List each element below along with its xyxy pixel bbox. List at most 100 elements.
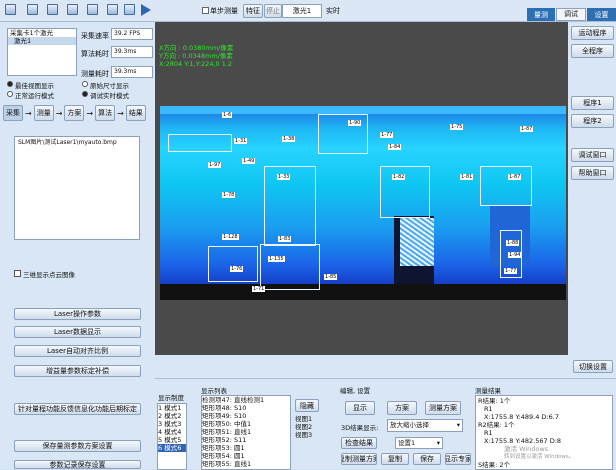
measure-label[interactable]: 1-135 — [268, 256, 285, 262]
camera-list-item[interactable]: 采集卡1个激光 — [8, 29, 76, 37]
switch-settings-button[interactable]: 切换设置 — [573, 360, 613, 373]
image-viewer[interactable]: X方向 : 0.0380mm/像素 Y方向 : 0.0348mm/像素 X:28… — [155, 22, 568, 355]
measure-label[interactable]: 1-31 — [234, 138, 248, 144]
mode-button[interactable]: 特征 — [243, 4, 263, 18]
export-icon[interactable] — [47, 4, 58, 15]
tab-measure[interactable]: 量测 — [527, 8, 555, 21]
view-list-item[interactable]: 视图1 — [295, 415, 312, 423]
expert-display-button[interactable]: 显示专家 — [445, 453, 471, 465]
program-1-button[interactable]: 程序1 — [571, 96, 614, 110]
measure-label[interactable]: 1-78 — [222, 192, 236, 198]
mode-list-item[interactable]: 2 模式2 — [158, 412, 186, 420]
view-list-item[interactable]: 视图2 — [295, 423, 312, 431]
measure-label[interactable]: 1-77 — [504, 268, 518, 274]
copy-plan-button[interactable]: 复制测量方案 — [341, 453, 377, 465]
laser-field[interactable]: 激光1 — [282, 4, 322, 18]
measure-label[interactable]: 1-84 — [388, 144, 402, 150]
param-record-button[interactable]: 参数记录保存设置 — [14, 460, 141, 469]
camera-list-item-selected[interactable]: 激光1 — [8, 37, 76, 45]
save-button[interactable]: 保存 — [413, 453, 441, 465]
all-program-button[interactable]: 全程序 — [571, 44, 614, 58]
tab-settings[interactable]: 设置 — [587, 8, 616, 21]
param-list-item[interactable]: 矩形项54: 圆1 — [202, 452, 290, 460]
display-button[interactable]: 显示 — [345, 401, 375, 415]
roi-box[interactable] — [168, 134, 232, 152]
param-list-item[interactable]: 矩形项53: 圆1 — [202, 444, 290, 452]
measure-label[interactable]: 1-83 — [278, 236, 292, 242]
single-step-checkbox[interactable] — [202, 7, 209, 14]
measure-label[interactable]: 1-76 — [230, 266, 244, 272]
measure-label[interactable]: 1-6 — [222, 112, 233, 118]
file-list[interactable]: SLM图片\测试Laser1\myauto.bmp — [14, 136, 140, 240]
file-path[interactable]: SLM图片\测试Laser1\myauto.bmp — [15, 137, 139, 149]
measure-label[interactable]: 1-90 — [348, 120, 362, 126]
copy-button[interactable]: 复制 — [381, 453, 409, 465]
measure-label[interactable]: 1-77 — [380, 132, 394, 138]
measure-label[interactable]: 1-94 — [508, 252, 522, 258]
measure-label[interactable]: 1-49 — [242, 158, 256, 164]
grid-icon[interactable] — [124, 4, 135, 15]
stop-button[interactable]: 停止 — [264, 4, 282, 18]
copy-icon[interactable] — [87, 4, 98, 15]
measure-label[interactable]: 1-88 — [506, 240, 520, 246]
radio-debug-mode[interactable] — [82, 91, 88, 97]
mode-list[interactable]: 1 模式1 2 模式2 3 模式3 4 模式4 5 模式5 6 模式6 — [157, 403, 187, 470]
tab-debug[interactable]: 调试 — [556, 8, 586, 21]
measure-label[interactable]: 1-38 — [282, 136, 296, 142]
feedback-calibration-button[interactable]: 针对量程功能反馈信息化功能后期标定 — [14, 403, 141, 415]
setting-select[interactable]: 设置1 ▾ — [395, 437, 443, 449]
open-folder-icon[interactable] — [27, 4, 38, 15]
step-result[interactable]: 结果 — [125, 105, 146, 121]
stop-icon[interactable] — [107, 4, 118, 15]
measure-label[interactable]: 1-97 — [208, 162, 222, 168]
laser-align-button[interactable]: Laser自动对齐比例 — [14, 345, 141, 357]
laser-params-button[interactable]: Laser操作参数 — [14, 308, 141, 320]
measure-label[interactable]: 1-33 — [277, 174, 291, 180]
mode-list-item[interactable]: 5 模式5 — [158, 436, 186, 444]
measure-label[interactable]: 1-87 — [520, 126, 534, 132]
measure-plan-button[interactable]: 测量方案 — [425, 401, 461, 415]
param-list-item[interactable]: 矩形项50: 中值1 — [202, 420, 290, 428]
hide-button[interactable]: 隐藏 — [295, 399, 319, 412]
laser-data-button[interactable]: Laser数据显示 — [14, 326, 141, 338]
param-list-item[interactable]: 矩形项52: S11 — [202, 436, 290, 444]
roi-box[interactable] — [208, 246, 258, 282]
mode-list-item[interactable]: 4 模式4 — [158, 428, 186, 436]
help-window-button[interactable]: 帮助窗口 — [571, 166, 614, 180]
view-list-item[interactable]: 视图3 — [295, 431, 312, 439]
save-icon[interactable] — [5, 4, 16, 15]
save-plan-button[interactable]: 保存量测参数方案设置 — [14, 440, 141, 452]
debug-window-button[interactable]: 调试窗口 — [571, 148, 614, 162]
roi-box[interactable] — [480, 166, 532, 206]
measure-label[interactable]: 1-85 — [324, 274, 338, 280]
mode-list-item-selected[interactable]: 6 模式6 — [158, 444, 186, 452]
mode-list-item[interactable]: 3 模式3 — [158, 420, 186, 428]
program-2-button[interactable]: 程序2 — [571, 114, 614, 128]
measure-label[interactable]: 1-81 — [460, 174, 474, 180]
param-list[interactable]: 检测项47: 直线检测1 矩形项48: S10 矩形项49: S10 矩形项50… — [201, 395, 291, 470]
param-list-item[interactable]: 矩形项48: S10 — [202, 404, 290, 412]
gain-calibration-button[interactable]: 增益量参数标定补偿 — [14, 365, 141, 377]
param-list-item[interactable]: 矩形项55: 直线1 — [202, 460, 290, 468]
step-measure[interactable]: 测量 — [33, 105, 54, 121]
step-algorithm[interactable]: 算法 — [95, 105, 116, 121]
measure-label[interactable]: 1-82 — [392, 174, 406, 180]
camera-list[interactable]: 采集卡1个激光 激光1 — [7, 28, 77, 76]
radio-original-size[interactable] — [82, 81, 88, 87]
zoom-select[interactable]: 放大缩小选择 ▾ — [387, 419, 463, 432]
param-list-item[interactable]: 矩形项49: S10 — [202, 412, 290, 420]
play-icon[interactable] — [141, 4, 151, 16]
measure-label[interactable]: 1-128 — [222, 234, 239, 240]
radio-normal-mode[interactable] — [7, 91, 13, 97]
measure-label[interactable]: 1-71 — [252, 286, 266, 292]
mode-list-item[interactable]: 1 模式1 — [158, 404, 186, 412]
roi-box[interactable] — [260, 244, 320, 290]
measure-label[interactable]: 1-87 — [508, 174, 522, 180]
measure-label[interactable]: 1-75 — [450, 124, 464, 130]
param-list-item[interactable]: 矩形项51: 直线1 — [202, 428, 290, 436]
param-list-item[interactable]: 检测项47: 直线检测1 — [202, 396, 290, 404]
check-result-button[interactable]: 检查结果 — [341, 437, 377, 449]
plan-button[interactable]: 方案 — [387, 401, 417, 415]
step-plan[interactable]: 方案 — [64, 105, 85, 121]
motion-program-button[interactable]: 运动程序 — [571, 26, 614, 40]
